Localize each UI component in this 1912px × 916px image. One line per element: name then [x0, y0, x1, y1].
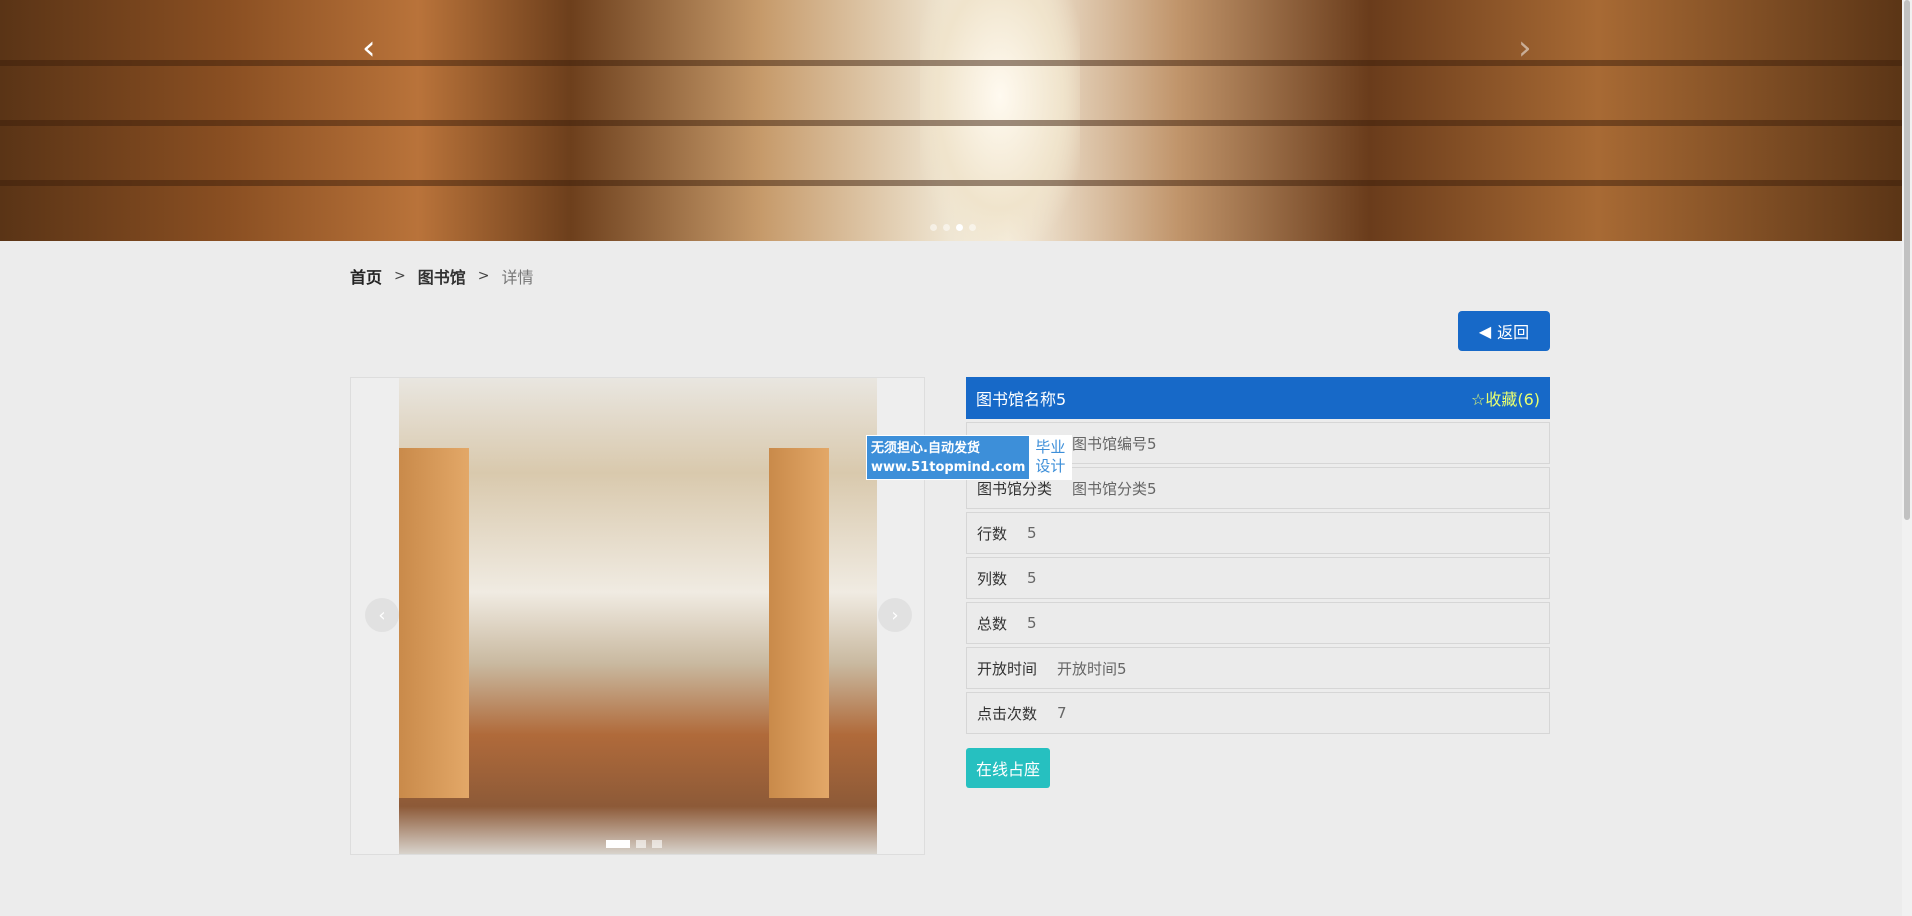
- detail-label: 开放时间: [977, 659, 1038, 678]
- favorite-button[interactable]: ☆收藏(6): [1471, 386, 1540, 410]
- gallery-next-icon[interactable]: ›: [878, 598, 912, 632]
- watermark-url: www.51topmind.com: [871, 460, 1026, 475]
- breadcrumb-library[interactable]: 图书馆: [418, 264, 466, 288]
- caret-left-icon: ◀: [1478, 321, 1492, 341]
- detail-row: 行数 5: [966, 512, 1550, 554]
- banner-next-icon[interactable]: ›: [1518, 28, 1532, 68]
- detail-value: 图书馆分类5: [1072, 479, 1157, 498]
- detail-label: 总数: [977, 614, 1008, 633]
- detail-value: 开放时间5: [1057, 659, 1127, 678]
- detail-label: 图书馆分类: [977, 479, 1053, 498]
- detail-label: 列数: [977, 569, 1008, 588]
- scrollbar[interactable]: [1902, 0, 1912, 916]
- detail-label: 点击次数: [977, 704, 1038, 723]
- library-photo: [399, 378, 877, 854]
- detail-value: 7: [1057, 704, 1067, 722]
- star-outline-icon: ☆: [1470, 390, 1486, 409]
- detail-row: 列数 5: [966, 557, 1550, 599]
- back-button[interactable]: ◀ 返回: [1458, 311, 1550, 351]
- banner-prev-icon[interactable]: ‹: [362, 28, 376, 68]
- detail-panel: 图书馆名称5 ☆收藏(6) 图书馆编号图书馆编号5图书馆分类图书馆分类5行数5列…: [966, 377, 1550, 734]
- watermark-badge: 毕业: [1035, 438, 1066, 456]
- watermark-badge: 设计: [1035, 457, 1066, 475]
- breadcrumb: 首页 > 图书馆 > 详情: [350, 264, 534, 288]
- detail-value: 图书馆编号5: [1072, 434, 1157, 453]
- watermark-text: 无须担心.自动发货: [871, 441, 980, 456]
- banner-carousel: ‹ ›: [0, 0, 1902, 241]
- reserve-seat-button[interactable]: 在线占座: [966, 748, 1050, 788]
- detail-row: 点击次数 7: [966, 692, 1550, 734]
- gallery-prev-icon[interactable]: ‹: [365, 598, 399, 632]
- breadcrumb-separator: >: [394, 268, 406, 284]
- back-button-label: 返回: [1497, 323, 1530, 342]
- breadcrumb-current: 详情: [501, 268, 534, 287]
- detail-row: 开放时间 开放时间5: [966, 647, 1550, 689]
- favorite-label: 收藏(6): [1485, 390, 1540, 409]
- watermark: 无须担心.自动发货 www.51topmind.com 毕业 设计: [866, 435, 1073, 480]
- detail-label: 行数: [977, 524, 1008, 543]
- detail-row: 总数 5: [966, 602, 1550, 644]
- library-title: 图书馆名称5: [976, 390, 1067, 409]
- banner-indicators[interactable]: [930, 224, 976, 231]
- detail-value: 5: [1027, 614, 1037, 632]
- detail-value: 5: [1027, 569, 1037, 587]
- breadcrumb-home[interactable]: 首页: [350, 264, 382, 288]
- detail-value: 5: [1027, 524, 1037, 542]
- breadcrumb-separator: >: [477, 268, 490, 284]
- gallery-indicators[interactable]: [606, 840, 662, 848]
- detail-header: 图书馆名称5 ☆收藏(6): [966, 377, 1550, 419]
- image-gallery: ‹ ›: [350, 377, 925, 855]
